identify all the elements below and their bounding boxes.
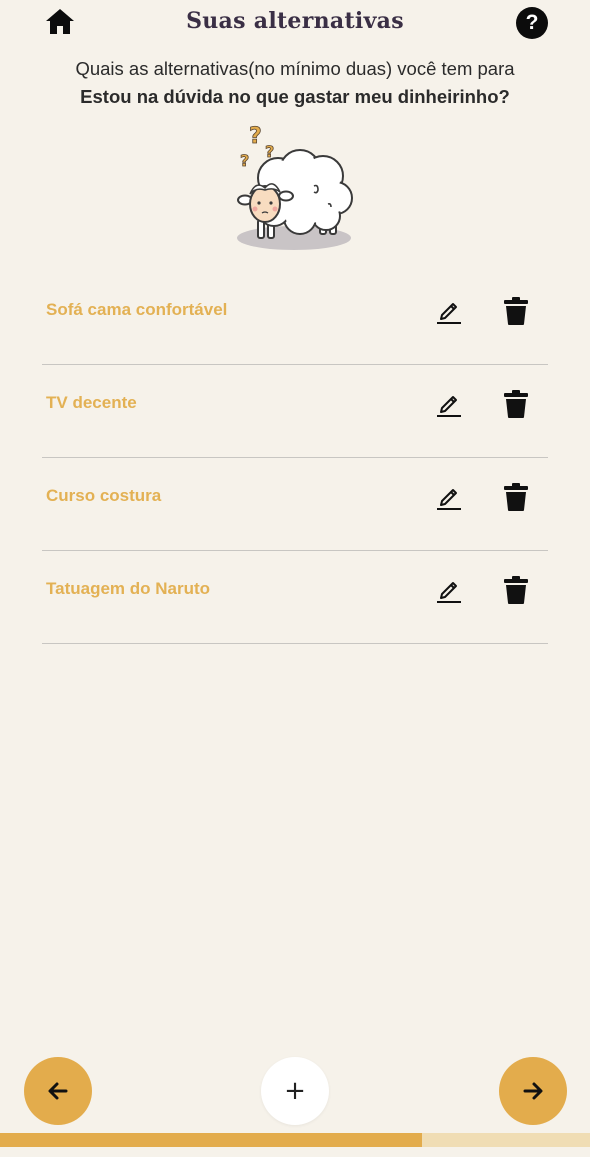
- pencil-icon: [437, 582, 461, 603]
- sheep-illustration: ? ? ?: [237, 124, 353, 250]
- trash-icon: [504, 390, 528, 418]
- edit-button[interactable]: [434, 575, 464, 605]
- edit-button[interactable]: [434, 389, 464, 419]
- pencil-icon: [437, 396, 461, 417]
- add-alternative-button[interactable]: +: [261, 1057, 329, 1125]
- header: Suas alternativas ?: [0, 0, 590, 48]
- alternative-label: Curso costura: [46, 486, 162, 505]
- edit-button[interactable]: [434, 482, 464, 512]
- alternative-label: TV decente: [46, 393, 137, 412]
- help-button[interactable]: ?: [516, 7, 548, 39]
- trash-icon: [504, 297, 528, 325]
- list-item: Curso costura: [42, 458, 548, 551]
- question-icon: ?: [525, 11, 539, 34]
- alternative-label: Sofá cama confortável: [46, 300, 228, 319]
- list-item: TV decente: [42, 365, 548, 458]
- progress-bar: [0, 1133, 590, 1147]
- delete-button[interactable]: [503, 575, 529, 605]
- question-mark: ?: [249, 124, 262, 149]
- delete-button[interactable]: [503, 296, 529, 326]
- decision-question: Estou na dúvida no que gastar meu dinhei…: [80, 86, 510, 107]
- next-button[interactable]: [499, 1057, 567, 1125]
- page-title: Suas alternativas: [186, 8, 404, 34]
- trash-icon: [504, 483, 528, 511]
- alternative-label: Tatuagem do Naruto: [46, 579, 211, 598]
- arrow-left-icon: [48, 1082, 68, 1100]
- list-item: Tatuagem do Naruto: [42, 551, 548, 644]
- edit-button[interactable]: [434, 296, 464, 326]
- back-button[interactable]: [24, 1057, 92, 1125]
- question-mark: ?: [240, 151, 249, 170]
- alternatives-list: Sofá cama confortável TV decente Curso c…: [42, 272, 548, 644]
- delete-button[interactable]: [503, 482, 529, 512]
- prompt-subtitle: Quais as alternativas(no mínimo duas) vo…: [75, 58, 515, 79]
- pencil-icon: [437, 489, 461, 510]
- delete-button[interactable]: [503, 389, 529, 419]
- page: Suas alternativas ? Quais as alternativa…: [0, 0, 590, 1157]
- list-item: Sofá cama confortável: [42, 272, 548, 365]
- trash-icon: [504, 576, 528, 604]
- arrow-right-icon: [523, 1082, 543, 1100]
- pencil-icon: [437, 303, 461, 324]
- plus-icon: +: [284, 1076, 306, 1106]
- progress-fill: [0, 1133, 422, 1147]
